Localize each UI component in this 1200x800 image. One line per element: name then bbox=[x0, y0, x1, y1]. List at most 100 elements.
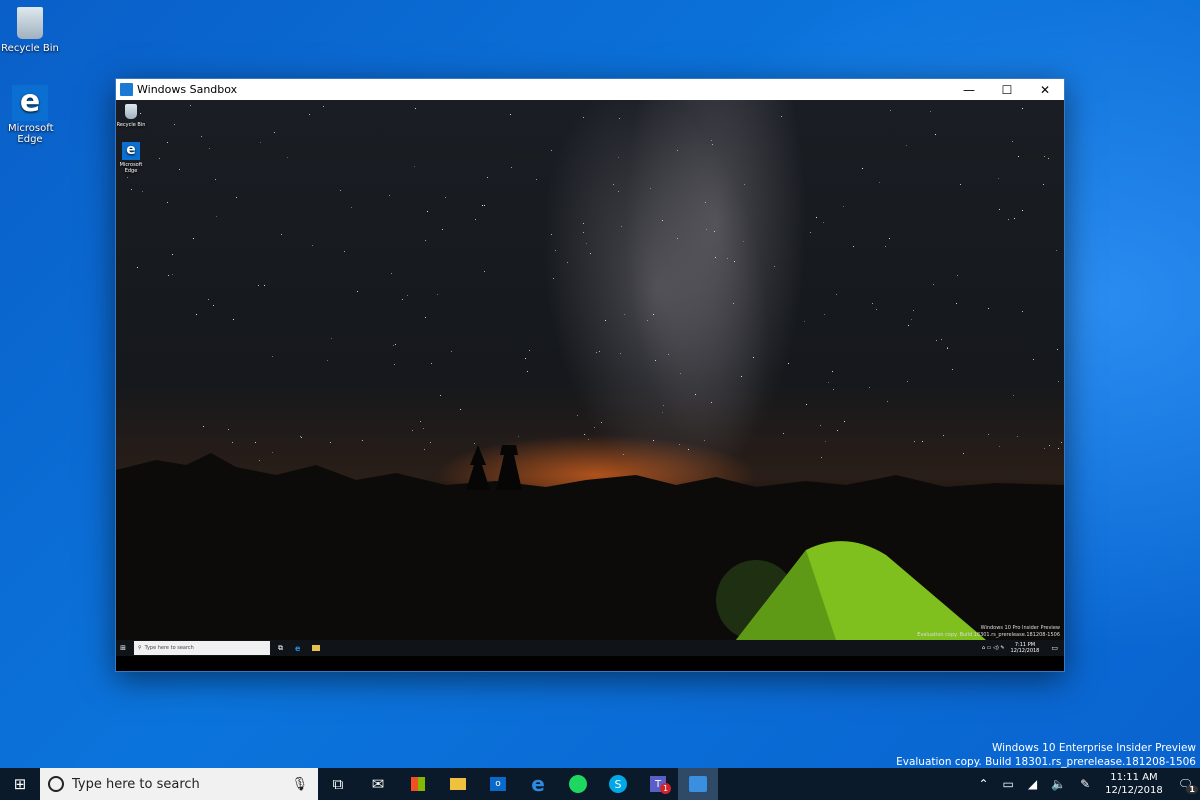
star bbox=[824, 314, 825, 315]
start-button[interactable]: ⊞ bbox=[116, 644, 130, 652]
star bbox=[407, 295, 408, 296]
star bbox=[887, 401, 888, 402]
star bbox=[167, 202, 168, 203]
desktop-icon-label: Microsoft Edge bbox=[118, 162, 144, 174]
star bbox=[412, 430, 413, 431]
search-placeholder: Type here to search bbox=[72, 777, 283, 792]
star bbox=[930, 111, 931, 112]
edge-icon[interactable]: e bbox=[518, 768, 558, 800]
desktop-icon-edge[interactable]: e Microsoft Edge bbox=[0, 85, 60, 145]
desktop-icon-recycle-bin[interactable]: Recycle Bin bbox=[0, 5, 60, 54]
watermark-line: Evaluation copy. Build 18301.rs_prerelea… bbox=[917, 632, 1060, 639]
sandbox-clock[interactable]: 7:11 PM 12/12/2018 bbox=[1005, 642, 1046, 654]
maximize-button[interactable]: ☐ bbox=[988, 83, 1026, 97]
star bbox=[264, 285, 265, 286]
star bbox=[445, 197, 446, 198]
star bbox=[260, 142, 261, 143]
volume-icon[interactable]: 🔈 bbox=[1044, 777, 1073, 791]
store-icon[interactable] bbox=[398, 768, 438, 800]
search-box[interactable]: Type here to search 🎙 bbox=[40, 768, 318, 800]
star bbox=[828, 382, 829, 383]
star bbox=[999, 209, 1000, 210]
file-explorer-icon[interactable] bbox=[438, 768, 478, 800]
star bbox=[781, 116, 782, 117]
star bbox=[879, 182, 880, 183]
star bbox=[1033, 359, 1034, 360]
pen-icon[interactable]: ✎ bbox=[1073, 777, 1097, 791]
start-button[interactable]: ⊞ bbox=[0, 768, 40, 800]
star bbox=[327, 360, 328, 361]
action-center-icon[interactable]: 🗨 1 bbox=[1171, 777, 1200, 791]
star bbox=[208, 299, 209, 300]
network-adapter-icon[interactable]: ▭ bbox=[996, 777, 1021, 791]
star bbox=[190, 105, 191, 106]
task-view-icon[interactable]: ⧉ bbox=[318, 768, 358, 800]
tray-icons[interactable]: ⌂ ▭ ◁) ✎ bbox=[982, 645, 1005, 651]
sandbox-search-box[interactable]: ⚲ Type here to search bbox=[134, 641, 270, 655]
star bbox=[511, 167, 512, 168]
star bbox=[1018, 156, 1019, 157]
star bbox=[1017, 436, 1018, 437]
star bbox=[1061, 442, 1062, 443]
star bbox=[956, 303, 957, 304]
star bbox=[885, 246, 886, 247]
star bbox=[179, 169, 180, 170]
mail-icon[interactable]: ✉ bbox=[358, 768, 398, 800]
star bbox=[837, 430, 838, 431]
edge-icon[interactable]: e bbox=[295, 644, 300, 653]
skype-icon[interactable]: S bbox=[598, 768, 638, 800]
star bbox=[437, 294, 438, 295]
star bbox=[872, 303, 873, 304]
close-button[interactable]: ✕ bbox=[1026, 83, 1064, 97]
star bbox=[344, 251, 345, 252]
star bbox=[943, 435, 944, 436]
star bbox=[203, 426, 204, 427]
star bbox=[774, 266, 775, 267]
clock[interactable]: 11:11 AM 12/12/2018 bbox=[1097, 771, 1171, 797]
star bbox=[172, 274, 173, 275]
show-hidden-icons[interactable]: ⌃ bbox=[971, 777, 995, 791]
star bbox=[960, 184, 961, 185]
star bbox=[255, 442, 256, 443]
sandbox-icon-recycle-bin[interactable]: Recycle Bin bbox=[116, 102, 146, 128]
sandbox-window[interactable]: Windows Sandbox — ☐ ✕ Recycle Bin e Micr… bbox=[115, 78, 1065, 672]
star bbox=[460, 409, 461, 410]
star bbox=[806, 404, 807, 405]
star bbox=[833, 389, 834, 390]
task-view-icon[interactable]: ⧉ bbox=[278, 644, 283, 653]
recycle-bin-icon bbox=[12, 5, 48, 41]
star bbox=[529, 350, 530, 351]
star bbox=[362, 440, 363, 441]
star bbox=[788, 363, 789, 364]
star bbox=[816, 217, 817, 218]
star bbox=[228, 429, 229, 430]
sandbox-titlebar[interactable]: Windows Sandbox — ☐ ✕ bbox=[116, 79, 1064, 100]
watermark-line: Windows 10 Pro Insider Preview bbox=[917, 625, 1060, 632]
star bbox=[330, 442, 331, 443]
sandbox-icon-edge[interactable]: e Microsoft Edge bbox=[116, 142, 146, 174]
wifi-icon[interactable]: ◢ bbox=[1021, 777, 1044, 791]
teams-icon[interactable]: T1 bbox=[638, 768, 678, 800]
star bbox=[425, 240, 426, 241]
star bbox=[281, 234, 282, 235]
notification-icon[interactable]: ▭ bbox=[1045, 644, 1064, 652]
minimize-button[interactable]: — bbox=[950, 83, 988, 97]
file-explorer-icon[interactable] bbox=[312, 645, 320, 651]
star bbox=[832, 371, 833, 372]
microphone-icon[interactable]: 🎙 bbox=[291, 777, 318, 792]
windows-sandbox-icon[interactable] bbox=[678, 768, 718, 800]
star bbox=[272, 356, 273, 357]
star bbox=[914, 441, 915, 442]
star bbox=[323, 106, 324, 107]
date: 12/12/2018 bbox=[1105, 784, 1163, 797]
star bbox=[233, 319, 234, 320]
star bbox=[907, 381, 908, 382]
star bbox=[836, 294, 837, 295]
time: 11:11 AM bbox=[1105, 771, 1163, 784]
outlook-icon[interactable]: o bbox=[478, 768, 518, 800]
desktop-icon-label: Recycle Bin bbox=[116, 122, 146, 128]
star bbox=[423, 428, 424, 429]
star bbox=[988, 308, 989, 309]
spotify-icon[interactable] bbox=[558, 768, 598, 800]
star bbox=[331, 338, 332, 339]
